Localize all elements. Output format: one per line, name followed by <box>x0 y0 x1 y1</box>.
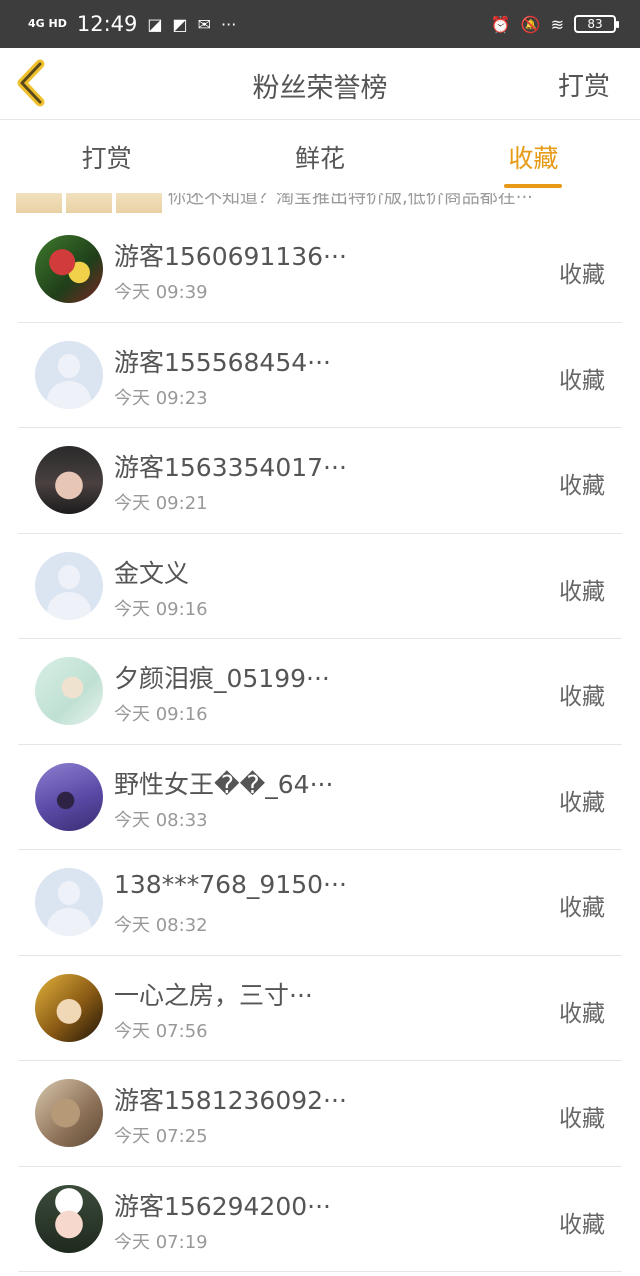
tab-reward[interactable]: 打赏 <box>0 121 213 193</box>
fan-name: 游客156294200··· <box>114 1191 331 1221</box>
fan-action-label: 收藏 <box>559 473 605 499</box>
tab-flowers[interactable]: 鲜花 <box>213 121 426 193</box>
default-avatar-icon <box>35 340 103 409</box>
list-item[interactable]: 游客155568454··· 今天 09:23 收藏 <box>18 323 622 428</box>
fan-time: 今天 09:21 <box>114 493 208 514</box>
list-item[interactable]: 游客1560691136··· 今天 09:39 收藏 <box>18 217 622 323</box>
ad-thumbnails <box>16 193 162 213</box>
fan-action-label: 收藏 <box>559 789 605 816</box>
fan-time: 今天 07:19 <box>114 1231 208 1253</box>
clock: 12:49 <box>76 12 138 36</box>
tab-favorites[interactable]: 收藏 <box>427 121 640 193</box>
fan-list: 游客1560691136··· 今天 09:39 收藏 游客155568454·… <box>18 217 622 1272</box>
list-item[interactable]: 野性女王��_64··· 今天 08:33 收藏 <box>18 745 622 850</box>
list-item[interactable]: 金文义 今天 09:16 收藏 <box>18 534 622 639</box>
list-item[interactable]: 游客1563354017··· 今天 09:21 收藏 <box>18 428 622 534</box>
fan-time: 今天 09:16 <box>114 598 208 620</box>
tab-bar: 打赏 鲜花 收藏 <box>0 121 640 193</box>
fan-name: 游客1563354017··· <box>114 453 347 482</box>
fan-action-label: 收藏 <box>559 578 605 605</box>
fan-time: 今天 07:56 <box>114 1020 208 1042</box>
avatar <box>35 657 103 725</box>
fan-time: 今天 07:25 <box>114 1126 208 1147</box>
fan-time: 今天 09:16 <box>114 704 208 725</box>
nav-bar: 粉丝荣誉榜 打赏 <box>0 48 640 120</box>
alarm-icon: ⏰ <box>490 14 511 34</box>
fan-time: 今天 08:33 <box>114 809 208 831</box>
avatar <box>35 1184 103 1253</box>
list-item[interactable]: 游客1581236092··· 今天 07:25 收藏 <box>18 1061 622 1167</box>
avatar <box>35 446 103 514</box>
fan-time: 今天 09:39 <box>114 282 208 303</box>
ad-thumbnail <box>116 193 162 213</box>
fan-name: 游客1581236092··· <box>114 1086 347 1115</box>
fan-action-label: 收藏 <box>559 367 605 394</box>
mute-icon: 🔕 <box>520 14 541 34</box>
fan-action-label: 收藏 <box>559 262 605 288</box>
status-bar: 4G HD 12:49 ◪ ◩ ✉ ··· ⏰ 🔕 ≋ 83 <box>0 0 640 48</box>
ad-thumbnail <box>66 193 112 213</box>
signal-indicator: 4G HD <box>28 17 67 30</box>
fan-name: 游客155568454··· <box>114 347 331 377</box>
fan-action-label: 收藏 <box>559 1000 605 1027</box>
default-avatar-icon <box>35 868 103 936</box>
status-bar-right: ⏰ 🔕 ≋ 83 <box>490 14 619 34</box>
fan-time: 今天 08:32 <box>114 915 208 936</box>
fan-action-label: 收藏 <box>559 684 605 710</box>
more-notifications: ··· <box>221 14 237 34</box>
avatar <box>35 762 103 831</box>
battery-indicator: 83 <box>574 15 619 33</box>
avatar <box>35 1079 103 1147</box>
list-item[interactable]: 138***768_9150··· 今天 08:32 收藏 <box>18 850 622 956</box>
fan-name: 游客1560691136··· <box>114 242 347 271</box>
wifi-icon: ≋ <box>550 14 564 34</box>
fan-time: 今天 09:23 <box>114 387 208 409</box>
fan-action-label: 收藏 <box>559 1211 605 1238</box>
fan-name: 138***768_9150··· <box>114 870 347 899</box>
fan-name: 一心之房，三寸··· <box>114 980 313 1010</box>
avatar <box>35 235 103 303</box>
list-item[interactable]: 夕颜泪痕_05199··· 今天 09:16 收藏 <box>18 639 622 745</box>
app-notification-icon: ◪ <box>147 14 163 34</box>
status-bar-left: 4G HD 12:49 ◪ ◩ ✉ ··· <box>28 12 236 36</box>
fan-action-label: 收藏 <box>559 895 605 921</box>
fan-name: 夕颜泪痕_05199··· <box>114 664 330 693</box>
reward-button[interactable]: 打赏 <box>558 66 610 103</box>
fan-name: 野性女王��_64··· <box>114 769 334 799</box>
default-avatar-icon <box>35 551 103 620</box>
list-item[interactable]: 游客156294200··· 今天 07:19 收藏 <box>18 1167 622 1272</box>
app-notification-icon: ◩ <box>172 14 188 34</box>
fan-action-label: 收藏 <box>559 1106 605 1132</box>
ad-text: 你还不知道？淘宝推出特价版,低价商品都在··· <box>168 193 533 208</box>
page-title: 粉丝荣誉榜 <box>252 73 388 104</box>
ad-thumbnail <box>16 193 62 213</box>
fan-name: 金文义 <box>114 558 190 588</box>
wechat-icon: ✉ <box>197 14 212 34</box>
avatar <box>35 973 103 1042</box>
list-item[interactable]: 一心之房，三寸··· 今天 07:56 收藏 <box>18 956 622 1061</box>
ad-banner[interactable]: 你还不知道？淘宝推出特价版,低价商品都在··· <box>0 193 640 217</box>
